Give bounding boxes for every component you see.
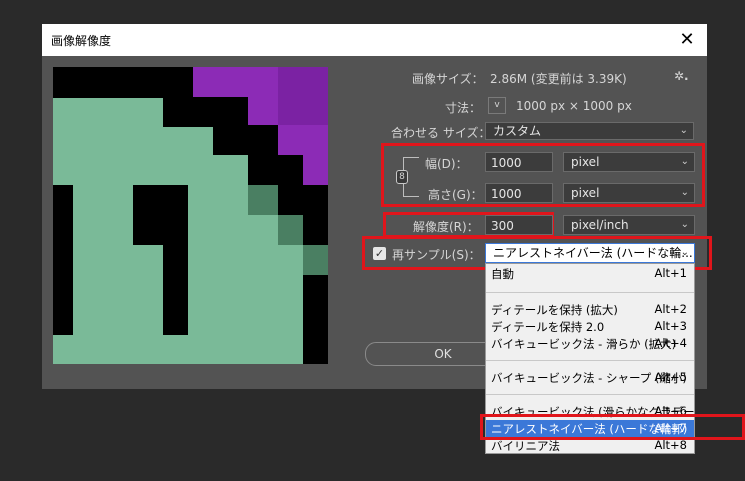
image-size-label: 画像サイズ： — [412, 72, 484, 86]
image-preview[interactable] — [53, 67, 328, 364]
width-label: 幅(D)： — [425, 157, 468, 171]
chevron-down-icon: ⌄ — [680, 187, 689, 198]
checkmark-icon: ✓ — [374, 247, 385, 260]
height-unit-value: pixel — [571, 186, 600, 200]
preview-black-diag-3 — [278, 185, 328, 215]
resample-checkbox[interactable]: ✓ — [373, 247, 386, 260]
preview-left-bar — [53, 185, 73, 335]
resolution-unit-select[interactable]: pixel/inch ⌄ — [563, 215, 695, 235]
image-size-value: 2.86M (変更前は 3.39K) — [490, 72, 627, 86]
preview-shade-1 — [248, 185, 278, 215]
gear-icon[interactable]: ✲. — [674, 69, 689, 83]
resample-method-select[interactable]: ニアレストネイバー法 (ハードな輪... ⌄ — [485, 243, 695, 263]
nearest-neighbor-highlight-box — [480, 414, 745, 440]
width-unit-select[interactable]: pixel ⌄ — [563, 152, 695, 172]
chain-link-icon[interactable]: 8 — [396, 170, 408, 184]
menu-item-bicubic-smoother[interactable]: バイキュービック法 - 滑らか (拡大) Alt+4 — [486, 335, 694, 352]
chevron-down-icon: ⌄ — [679, 125, 688, 136]
chevron-down-icon: v — [494, 100, 500, 110]
menu-separator — [486, 394, 694, 395]
chevron-down-icon: ⌄ — [680, 247, 689, 258]
menu-item-auto[interactable]: 自動 Alt+1 — [486, 265, 694, 282]
dimensions-label: 寸法： — [445, 101, 482, 115]
preview-right-bar — [303, 275, 328, 364]
preview-purple-dark — [278, 67, 328, 125]
resolution-input[interactable]: 300 — [485, 215, 553, 235]
width-input[interactable]: 1000 — [485, 152, 553, 172]
preview-shade-2 — [278, 215, 303, 245]
menu-separator — [486, 360, 694, 361]
fit-select[interactable]: カスタム ⌄ — [485, 122, 694, 140]
preview-black-diag-5 — [163, 98, 213, 125]
preview-eye — [133, 185, 188, 245]
preview-purple-low — [278, 125, 328, 155]
height-unit-select[interactable]: pixel ⌄ — [563, 183, 695, 203]
fit-label: 合わせる サイズ： — [391, 126, 491, 140]
dimensions-value: 1000 px × 1000 px — [516, 99, 632, 113]
height-input[interactable]: 1000 — [485, 183, 553, 203]
dialog-title: 画像解像度 — [51, 34, 112, 48]
resolution-unit-value: pixel/inch — [571, 218, 629, 232]
chevron-down-icon: ⌄ — [680, 156, 689, 167]
resolution-label: 解像度(R)： — [413, 220, 479, 234]
menu-item-bicubic-sharper[interactable]: バイキュービック法 - シャープ (縮小) Alt+5 — [486, 369, 694, 386]
menu-separator — [486, 292, 694, 293]
preview-black-diag-1 — [213, 125, 278, 155]
menu-item-preserve-details-2[interactable]: ディテールを保持 2.0 Alt+3 — [486, 318, 694, 335]
height-label: 高さ(G)： — [428, 188, 483, 202]
close-button[interactable]: ✕ — [674, 28, 700, 52]
resample-label: 再サンプル(S)： — [392, 248, 481, 262]
preview-black-diag-2 — [248, 155, 303, 185]
dimensions-unit-dropdown[interactable]: v — [488, 97, 506, 114]
preview-black-diag-4 — [303, 215, 328, 245]
preview-eye-lower — [163, 245, 188, 335]
close-icon: ✕ — [679, 29, 695, 50]
fit-select-value: カスタム — [493, 124, 542, 138]
menu-item-preserve-details[interactable]: ディテールを保持 (拡大) Alt+2 — [486, 301, 694, 318]
resample-method-value: ニアレストネイバー法 (ハードな輪... — [493, 246, 693, 260]
title-bar: 画像解像度 ✕ — [42, 24, 707, 56]
preview-purple-low2 — [303, 155, 328, 185]
preview-shade-3 — [303, 245, 328, 275]
width-unit-value: pixel — [571, 155, 600, 169]
chevron-down-icon: ⌄ — [680, 219, 689, 230]
